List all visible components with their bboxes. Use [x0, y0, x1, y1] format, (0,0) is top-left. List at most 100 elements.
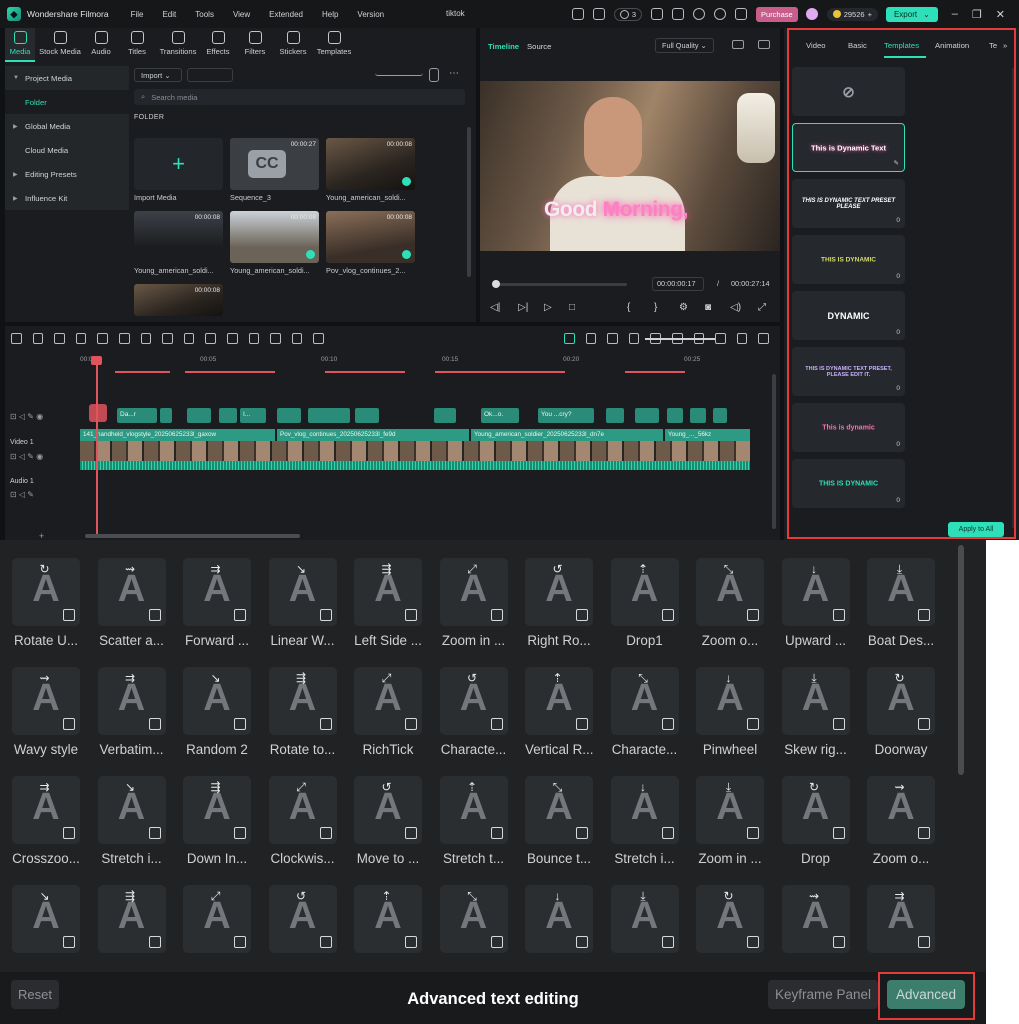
download-icon[interactable] [576, 936, 588, 948]
download-icon[interactable] [490, 827, 503, 839]
menu-tools[interactable]: Tools [195, 10, 214, 19]
tab-stock-media[interactable]: Stock Media [35, 28, 85, 62]
sidebar-item-editing-presets[interactable]: ▶ Editing Presets [5, 162, 129, 186]
download-icon[interactable] [576, 718, 588, 730]
download-icon[interactable] [576, 827, 588, 839]
track-controls-icon[interactable]: ⊡ ◁ ✎ ◉ [10, 452, 43, 461]
tab-video[interactable]: Video [806, 41, 826, 50]
tab-filters[interactable]: Filters [237, 28, 273, 62]
download-icon[interactable] [747, 936, 759, 948]
tab-templates[interactable]: Templates [884, 41, 919, 50]
ai-copilot-icon[interactable] [564, 332, 575, 344]
download-icon[interactable] [661, 609, 674, 621]
notification-badge[interactable]: 3 [613, 7, 643, 21]
text-clip[interactable] [690, 408, 706, 423]
template-card[interactable]: DYNAMIC 0 [792, 291, 905, 340]
animation-preset[interactable]: A ⤓ Skew rig... [781, 667, 850, 757]
animation-preset[interactable]: A ⇉ Verbatim... [97, 667, 166, 757]
video-clip[interactable]: Young_..._56kz [665, 429, 750, 441]
timeline-zoom-slider[interactable] [645, 338, 715, 340]
media-item[interactable]: 00:00:08 [230, 211, 319, 263]
download-icon[interactable] [405, 936, 417, 948]
download-icon[interactable] [234, 827, 246, 839]
timeline-horizontal-scrollbar[interactable] [85, 534, 300, 538]
video-clip[interactable]: Pov_vlog_continues_20250625233l_fe9d [277, 429, 469, 441]
text-clip[interactable] [434, 408, 456, 423]
animation-preset[interactable]: A ↻ Rotate U... [12, 558, 80, 648]
download-icon[interactable] [234, 609, 246, 621]
gift-icon[interactable] [571, 8, 584, 20]
animation-preset[interactable]: A ⇉ [867, 885, 935, 953]
animation-preset[interactable]: A ⇶ Rotate to... [268, 667, 337, 757]
animation-preset[interactable]: A ↺ Characte... [439, 667, 508, 757]
purchase-button[interactable]: Purchase [756, 6, 798, 22]
keyframe-icon[interactable] [291, 332, 303, 344]
animation-preset[interactable]: A ⇝ [781, 885, 850, 953]
download-icon[interactable] [234, 936, 246, 948]
text-clip[interactable] [667, 408, 683, 423]
download-icon[interactable] [405, 609, 417, 621]
template-card[interactable]: THIS IS DYNAMIC TEXT PRESET, PLEASE EDIT… [792, 347, 905, 396]
sidebar-item-global-media[interactable]: ▶ Global Media [5, 114, 129, 138]
download-icon[interactable] [63, 609, 75, 621]
animation-preset[interactable]: A ⤡ Characte... [610, 667, 679, 757]
download-icon[interactable] [319, 936, 332, 948]
render-icon[interactable] [585, 332, 597, 344]
menu-file[interactable]: File [131, 10, 144, 19]
cloud-icon[interactable] [693, 8, 706, 20]
fullscreen-icon[interactable]: ⤢ [758, 302, 766, 313]
scrubber-knob[interactable] [492, 280, 500, 288]
download-icon[interactable] [576, 609, 588, 621]
timeline-ruler[interactable]: 00:00 00:05 00:10 00:15 00:20 00:25 [80, 356, 770, 368]
select-icon[interactable] [32, 332, 44, 344]
download-icon[interactable] [148, 827, 161, 839]
animation-preset[interactable]: A ⇝ Zoom o... [867, 776, 935, 866]
sidebar-item-cloud-media[interactable]: Cloud Media [5, 138, 129, 162]
text-clip[interactable] [277, 408, 301, 423]
download-icon[interactable] [490, 609, 503, 621]
download-icon[interactable] [319, 718, 332, 730]
animation-preset[interactable]: A ↺ [268, 885, 337, 953]
apply-to-all-button[interactable]: Apply to All [948, 522, 1004, 537]
download-icon[interactable] [148, 609, 161, 621]
text-icon[interactable] [183, 332, 195, 344]
animation-preset[interactable]: A ⇶ [97, 885, 166, 953]
download-icon[interactable] [63, 936, 75, 948]
media-item[interactable]: 00:00:08 [134, 211, 223, 263]
bulb-icon[interactable] [592, 8, 605, 20]
text-clip[interactable] [187, 408, 211, 423]
download-icon[interactable] [918, 609, 930, 621]
download-icon[interactable] [747, 718, 759, 730]
download-icon[interactable] [832, 718, 845, 730]
animation-preset[interactable]: A ⤢ RichTick [354, 667, 422, 757]
animation-preset[interactable]: A ↺ Move to ... [354, 776, 422, 866]
maximize-icon[interactable]: ❐ [972, 8, 982, 21]
download-icon[interactable] [747, 827, 759, 839]
filter-icon[interactable] [429, 68, 439, 82]
media-item[interactable]: 00:00:08 [134, 284, 223, 316]
template-card-selected[interactable]: This is Dynamic Text ✎ [792, 123, 905, 172]
animation-preset[interactable]: A ↻ [696, 885, 764, 953]
sidebar-item-folder[interactable]: Folder [5, 90, 129, 114]
template-none[interactable]: ⊘ [792, 67, 905, 116]
animation-preset[interactable]: A ⤢ Clockwis... [268, 776, 337, 866]
animation-preset[interactable]: A ⇡ Vertical R... [525, 667, 593, 757]
media-item[interactable]: 00:00:08 [326, 138, 415, 190]
download-icon[interactable] [63, 827, 75, 839]
coins-balance[interactable]: 29526 + [826, 7, 878, 21]
download-icon[interactable] [319, 609, 332, 621]
track-controls-icon[interactable]: ⊡ ◁ ✎ ◉ [10, 412, 43, 421]
animation-preset[interactable]: A ↺ Right Ro... [525, 558, 593, 648]
animation-preset[interactable]: A ↘ [12, 885, 80, 953]
mask-icon[interactable] [270, 332, 281, 344]
animation-preset[interactable]: A ⇡ [354, 885, 422, 953]
media-item[interactable]: CC 00:00:27 [230, 138, 319, 190]
tab-media[interactable]: Media [5, 28, 35, 62]
snapshot-icon[interactable]: ◙ [705, 302, 711, 313]
animation-preset[interactable]: A ↘ Linear W... [268, 558, 337, 648]
animation-preset[interactable]: A ⇝ Wavy style [12, 667, 80, 757]
download-icon[interactable] [918, 827, 930, 839]
video-clip[interactable]: 141_handheld_vlogstyle_20250625233l_gaxo… [80, 429, 275, 441]
crop-icon[interactable] [140, 332, 152, 344]
record-tools[interactable] [187, 68, 233, 82]
